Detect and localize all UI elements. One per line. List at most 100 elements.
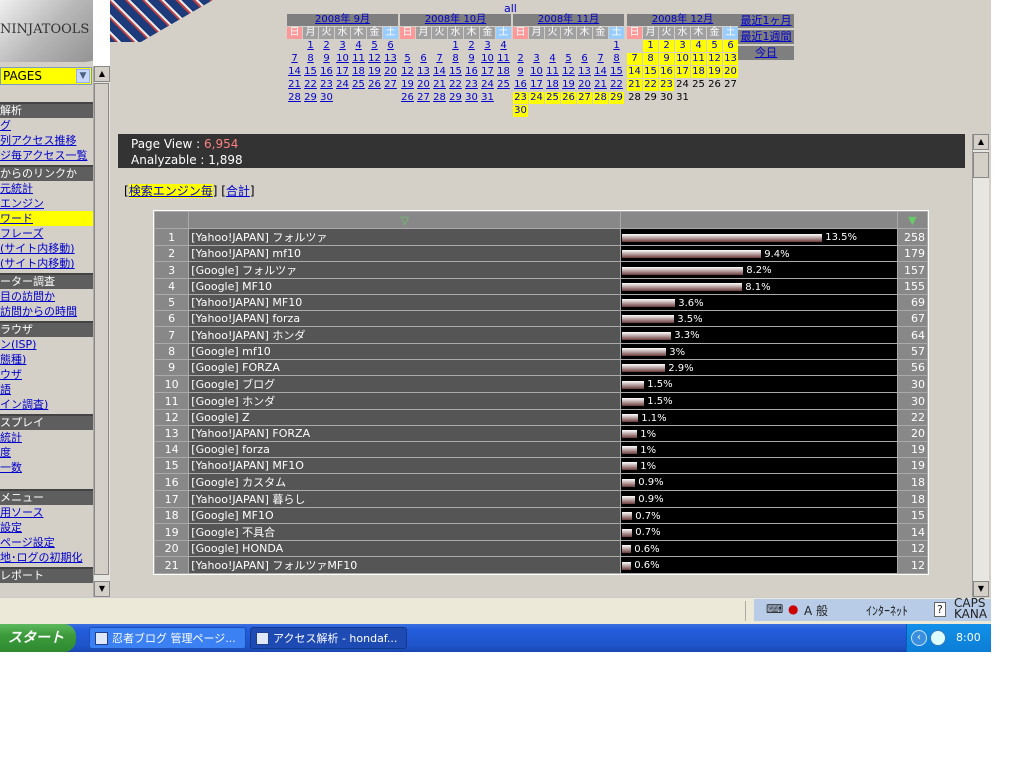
calendar-day[interactable]: 16 [318,65,335,79]
calendar-day[interactable]: 11 [544,65,561,79]
calendar-day[interactable]: 15 [302,65,319,79]
calendar-day[interactable]: 5 [706,39,723,53]
calendar-day[interactable]: 27 [576,91,593,105]
calendar-day[interactable]: 10 [528,65,545,79]
start-button[interactable]: スタート [0,624,76,652]
menu-item[interactable]: ワード [0,211,93,226]
calendar-day[interactable]: 23 [512,91,529,105]
sort-desc-icon[interactable]: ▼ [908,214,916,227]
calendar-day[interactable]: 20 [576,78,593,92]
calendar-day[interactable]: 30 [658,91,675,105]
calendar-day[interactable]: 3 [674,39,691,53]
calendar-day[interactable]: 25 [350,78,367,92]
calendar-day[interactable]: 22 [447,78,464,92]
calendar-day[interactable]: 15 [447,65,464,79]
help-icon[interactable]: ? [934,602,946,617]
calendar-day[interactable]: 28 [431,91,448,105]
menu-item[interactable]: エンジン [0,196,93,211]
calendar-day[interactable]: 13 [722,52,739,66]
scroll-up-icon[interactable]: ▲ [94,66,110,82]
calendar-month-title[interactable]: 2008年 12月 [626,13,739,27]
menu-item[interactable]: イン調査) [0,397,93,412]
calendar-day[interactable]: 19 [399,78,416,92]
menu-item[interactable]: ン(ISP) [0,337,93,352]
calendar-day[interactable]: 23 [463,78,480,92]
calendar-day[interactable]: 5 [366,39,383,53]
calendar-day[interactable]: 5 [560,52,577,66]
calendar-day[interactable]: 1 [447,39,464,53]
calendar-day[interactable]: 18 [350,65,367,79]
calendar-day[interactable]: 4 [690,39,707,53]
calendar-day[interactable]: 11 [495,52,512,66]
calendar-day[interactable]: 24 [479,78,496,92]
calendar-day[interactable]: 21 [286,78,303,92]
task-blog-admin[interactable]: 忍者ブログ 管理ページ... [89,627,246,649]
today-link[interactable]: 今日 [738,46,794,60]
menu-item[interactable]: 語 [0,382,93,397]
last-week-link[interactable]: 最近1週間 [738,30,794,44]
menu-item[interactable]: フレーズ [0,226,93,241]
calendar-day[interactable]: 17 [674,65,691,79]
tab-total[interactable]: 合計 [226,184,250,198]
calendar-day[interactable]: 20 [415,78,432,92]
calendar-day[interactable]: 30 [463,91,480,105]
task-access-analysis[interactable]: アクセス解析 - hondaf... [250,627,407,649]
calendar-day[interactable]: 16 [658,65,675,79]
calendar-day[interactable]: 13 [415,65,432,79]
calendar-day[interactable]: 7 [626,52,643,66]
calendar-day[interactable]: 26 [399,91,416,105]
calendar-day[interactable]: 7 [592,52,609,66]
calendar-day[interactable]: 8 [302,52,319,66]
keyboard-icon[interactable]: ⌨ [766,602,783,616]
calendar-day[interactable]: 25 [495,78,512,92]
tray-expand-icon[interactable]: ‹ [911,630,927,646]
sort-icon[interactable]: ▽ [401,214,409,227]
calendar-day[interactable]: 9 [318,52,335,66]
calendar-day[interactable]: 3 [528,52,545,66]
menu-item[interactable]: ページ設定 [0,535,93,550]
calendar-day[interactable]: 2 [463,39,480,53]
calendar-day[interactable]: 23 [318,78,335,92]
menu-item[interactable]: (サイト内移動) [0,256,93,271]
menu-item[interactable]: 用ソース [0,505,93,520]
scroll-down-icon[interactable]: ▼ [94,581,110,597]
last-month-link[interactable]: 最近1ヶ月 [738,14,794,28]
calendar-day[interactable]: 20 [722,65,739,79]
keyword-sort-header[interactable]: ▽ [188,211,622,229]
calendar-day[interactable]: 19 [560,78,577,92]
calendar-day[interactable]: 18 [495,65,512,79]
network-icon[interactable] [930,630,946,646]
calendar-day[interactable]: 30 [512,104,529,118]
calendar-day[interactable]: 12 [399,65,416,79]
calendar-day[interactable]: 29 [447,91,464,105]
calendar-day[interactable]: 21 [431,78,448,92]
calendar-day[interactable]: 18 [690,65,707,79]
calendar-day[interactable]: 15 [642,65,659,79]
calendar-month-title[interactable]: 2008年 10月 [399,13,512,27]
calendar-day[interactable]: 12 [366,52,383,66]
calendar-day[interactable]: 10 [674,52,691,66]
menu-item[interactable]: 元統計 [0,181,93,196]
menu-item[interactable]: 態種) [0,352,93,367]
calendar-day[interactable]: 4 [495,39,512,53]
menu-item[interactable]: グ [0,118,93,133]
ime-mode[interactable]: A 般 [804,602,828,619]
calendar-day[interactable]: 26 [366,78,383,92]
calendar-day[interactable]: 27 [415,91,432,105]
calendar-day[interactable]: 14 [626,65,643,79]
scroll-thumb[interactable] [94,83,109,575]
calendar-day[interactable]: 4 [544,52,561,66]
calendar-day[interactable]: 30 [318,91,335,105]
calendar-day[interactable]: 14 [286,65,303,79]
calendar-day[interactable]: 18 [544,78,561,92]
calendar-day[interactable]: 17 [479,65,496,79]
calendar-day[interactable]: 25 [690,78,707,92]
calendar-day[interactable]: 8 [447,52,464,66]
calendar-day[interactable]: 25 [544,91,561,105]
calendar-day[interactable]: 22 [302,78,319,92]
calendar-day[interactable]: 8 [608,52,625,66]
calendar-day[interactable]: 1 [642,39,659,53]
calendar-day[interactable]: 10 [479,52,496,66]
calendar-day[interactable]: 3 [479,39,496,53]
calendar-day[interactable]: 27 [382,78,399,92]
